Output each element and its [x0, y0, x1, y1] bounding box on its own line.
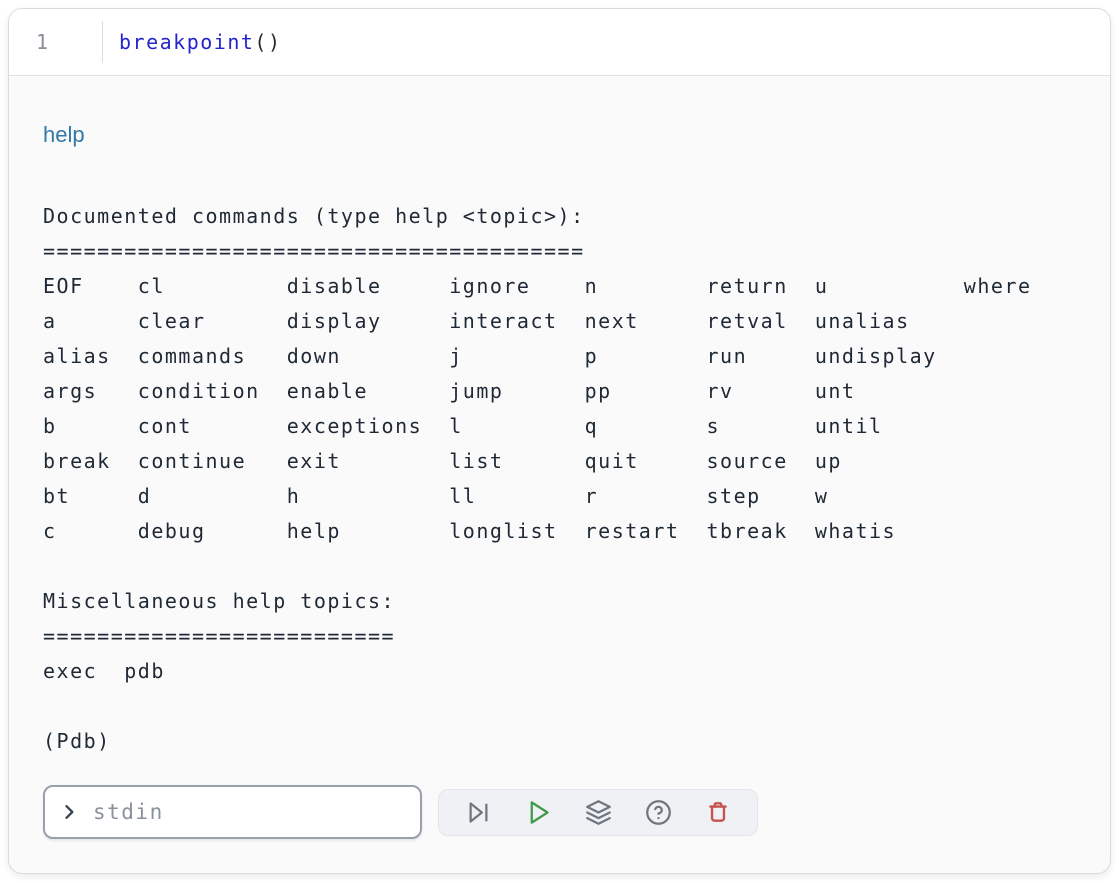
step-forward-icon — [465, 799, 492, 826]
line-number: 1 — [36, 30, 50, 54]
pdb-help-output: Documented commands (type help <topic>):… — [43, 199, 1082, 689]
stack-button[interactable] — [568, 792, 628, 832]
clear-button[interactable] — [688, 792, 748, 832]
help-circle-icon — [645, 799, 672, 826]
trash-icon — [705, 799, 731, 825]
help-button[interactable] — [628, 792, 688, 832]
code-token-builtin: breakpoint — [119, 30, 254, 54]
code-line[interactable]: breakpoint() — [103, 30, 282, 54]
layers-icon — [585, 799, 612, 826]
run-button[interactable] — [508, 792, 568, 832]
echoed-command: help — [43, 122, 1082, 148]
code-editor[interactable]: 1 breakpoint() — [9, 9, 1110, 76]
code-token-parens: () — [254, 30, 281, 54]
console-footer — [43, 785, 1082, 839]
console-output: help Documented commands (type help <top… — [9, 76, 1110, 873]
debug-toolbar — [438, 789, 758, 836]
repl-card: 1 breakpoint() help Documented commands … — [8, 8, 1111, 874]
stdin-field-wrap[interactable] — [43, 785, 422, 839]
pdb-prompt: (Pdb) — [43, 724, 1082, 759]
line-number-gutter: 1 — [9, 30, 102, 54]
stdin-input[interactable] — [91, 799, 406, 825]
chevron-right-icon — [59, 802, 79, 822]
step-button[interactable] — [448, 792, 508, 832]
play-icon — [525, 799, 552, 826]
